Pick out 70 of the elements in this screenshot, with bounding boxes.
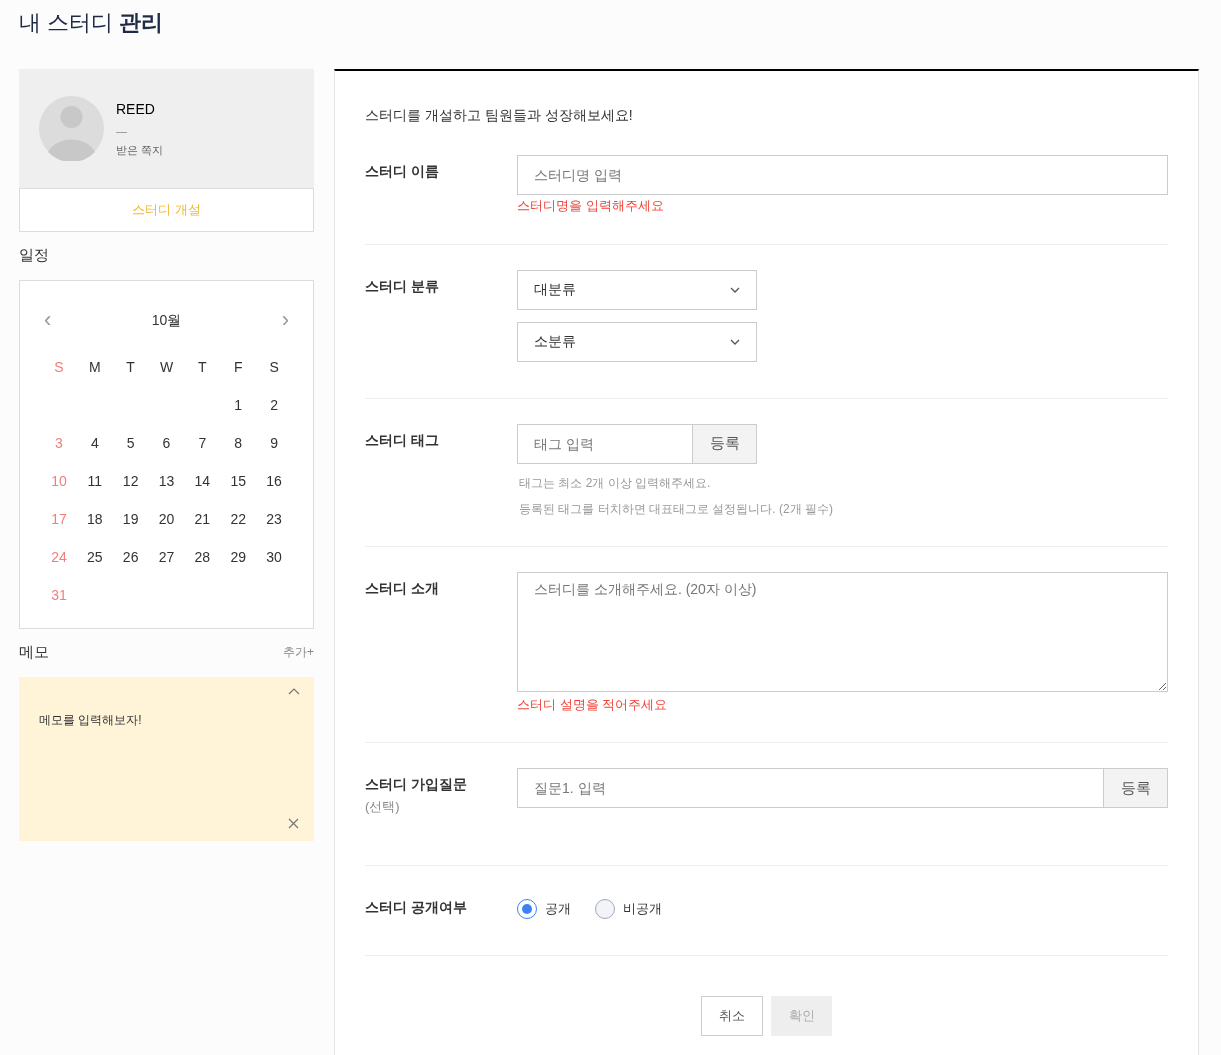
weekday-label: M: [87, 357, 102, 377]
calendar-day[interactable]: 12: [112, 462, 149, 500]
field-label: 스터디 이름: [365, 162, 440, 181]
field-label: 스터디 태그: [365, 430, 440, 450]
avatar-icon: [39, 96, 104, 161]
calendar-day[interactable]: 11: [76, 462, 113, 500]
calendar-day[interactable]: 20: [148, 500, 185, 538]
weekday-label: S: [53, 357, 65, 377]
weekday-label: T: [197, 357, 208, 377]
radio-option[interactable]: 비공개: [595, 898, 662, 919]
weekday-label: W: [158, 357, 175, 377]
calendar-day[interactable]: 25: [76, 538, 113, 576]
calendar-day[interactable]: 8: [220, 424, 257, 462]
field-label: 스터디 소개: [365, 578, 440, 598]
intro-text: 스터디를 개설하고 팀원들과 성장해보세요!: [365, 106, 634, 125]
calendar-day[interactable]: 29: [220, 538, 257, 576]
field-sublabel: (선택): [365, 798, 401, 816]
calendar-day[interactable]: 16: [256, 462, 292, 500]
page-title: 내 스터디 관리: [19, 9, 164, 37]
field-label: 스터디 가입질문: [365, 775, 468, 794]
calendar-day[interactable]: 18: [76, 500, 113, 538]
calendar-day[interactable]: 9: [256, 424, 292, 462]
calendar-day[interactable]: 4: [76, 424, 113, 462]
calendar-day[interactable]: 26: [112, 538, 149, 576]
calendar-day[interactable]: 28: [184, 538, 221, 576]
calendar-day[interactable]: 23: [256, 500, 292, 538]
calendar-day[interactable]: 14: [184, 462, 221, 500]
memo-text: 메모를 입력해보자!: [39, 712, 143, 729]
calendar-day[interactable]: 5: [112, 424, 149, 462]
calendar-day[interactable]: 15: [220, 462, 257, 500]
description-textarea[interactable]: 스터디를 소개해주세요. (20자 이상): [517, 571, 1168, 692]
user-status: —: [116, 123, 128, 139]
register-button[interactable]: 등록: [1104, 768, 1168, 808]
dropdown[interactable]: 대분류: [517, 269, 757, 310]
calendar-day[interactable]: 27: [148, 538, 185, 576]
weekday-label: F: [232, 357, 244, 377]
chevron-down-icon: [730, 286, 740, 293]
messages-link[interactable]: 받은 쪽지: [116, 142, 164, 159]
chevron-down-icon: [730, 338, 740, 345]
calendar-day[interactable]: 1: [220, 386, 257, 424]
dropdown[interactable]: 소분류: [517, 321, 757, 362]
add-memo-button[interactable]: 추가+: [283, 643, 314, 661]
calendar-day[interactable]: 30: [256, 538, 292, 576]
field-label: 스터디 분류: [365, 276, 440, 296]
calendar-day[interactable]: 19: [112, 500, 149, 538]
section-heading: 일정: [19, 245, 50, 265]
weekday-label: S: [268, 357, 280, 377]
register-button[interactable]: 등록: [693, 423, 757, 464]
calendar-day[interactable]: 13: [148, 462, 185, 500]
cancel-button[interactable]: 취소: [701, 995, 763, 1036]
section-heading: 메모: [19, 641, 49, 662]
hint-text: 태그는 최소 2개 이상 입력해주세요.: [519, 474, 712, 492]
field-label: 스터디 공개여부: [365, 897, 468, 917]
error-message: 스터디명을 입력해주세요: [517, 197, 665, 215]
hint-text: 등록된 태그를 터치하면 대표태그로 설정됩니다. (2개 필수): [519, 500, 834, 518]
close-icon[interactable]: [288, 818, 299, 829]
error-message: 스터디 설명을 적어주세요: [517, 695, 669, 714]
collapse-icon[interactable]: [288, 687, 300, 695]
calendar-day[interactable]: 21: [184, 500, 221, 538]
radio-option[interactable]: 공개: [517, 898, 571, 919]
month-label: 10월: [151, 310, 182, 330]
question-input-field[interactable]: 질문1. 입력: [517, 768, 1104, 808]
calendar-day[interactable]: 6: [148, 424, 185, 462]
calendar-day[interactable]: 2: [256, 386, 292, 424]
user-name: REED: [116, 99, 156, 119]
weekday-label: T: [125, 357, 136, 377]
calendar-day[interactable]: 22: [220, 500, 257, 538]
text-input-field[interactable]: 스터디명 입력: [517, 155, 1168, 195]
calendar-day[interactable]: 7: [184, 424, 221, 462]
tag-input-field[interactable]: 태그 입력: [517, 423, 693, 464]
